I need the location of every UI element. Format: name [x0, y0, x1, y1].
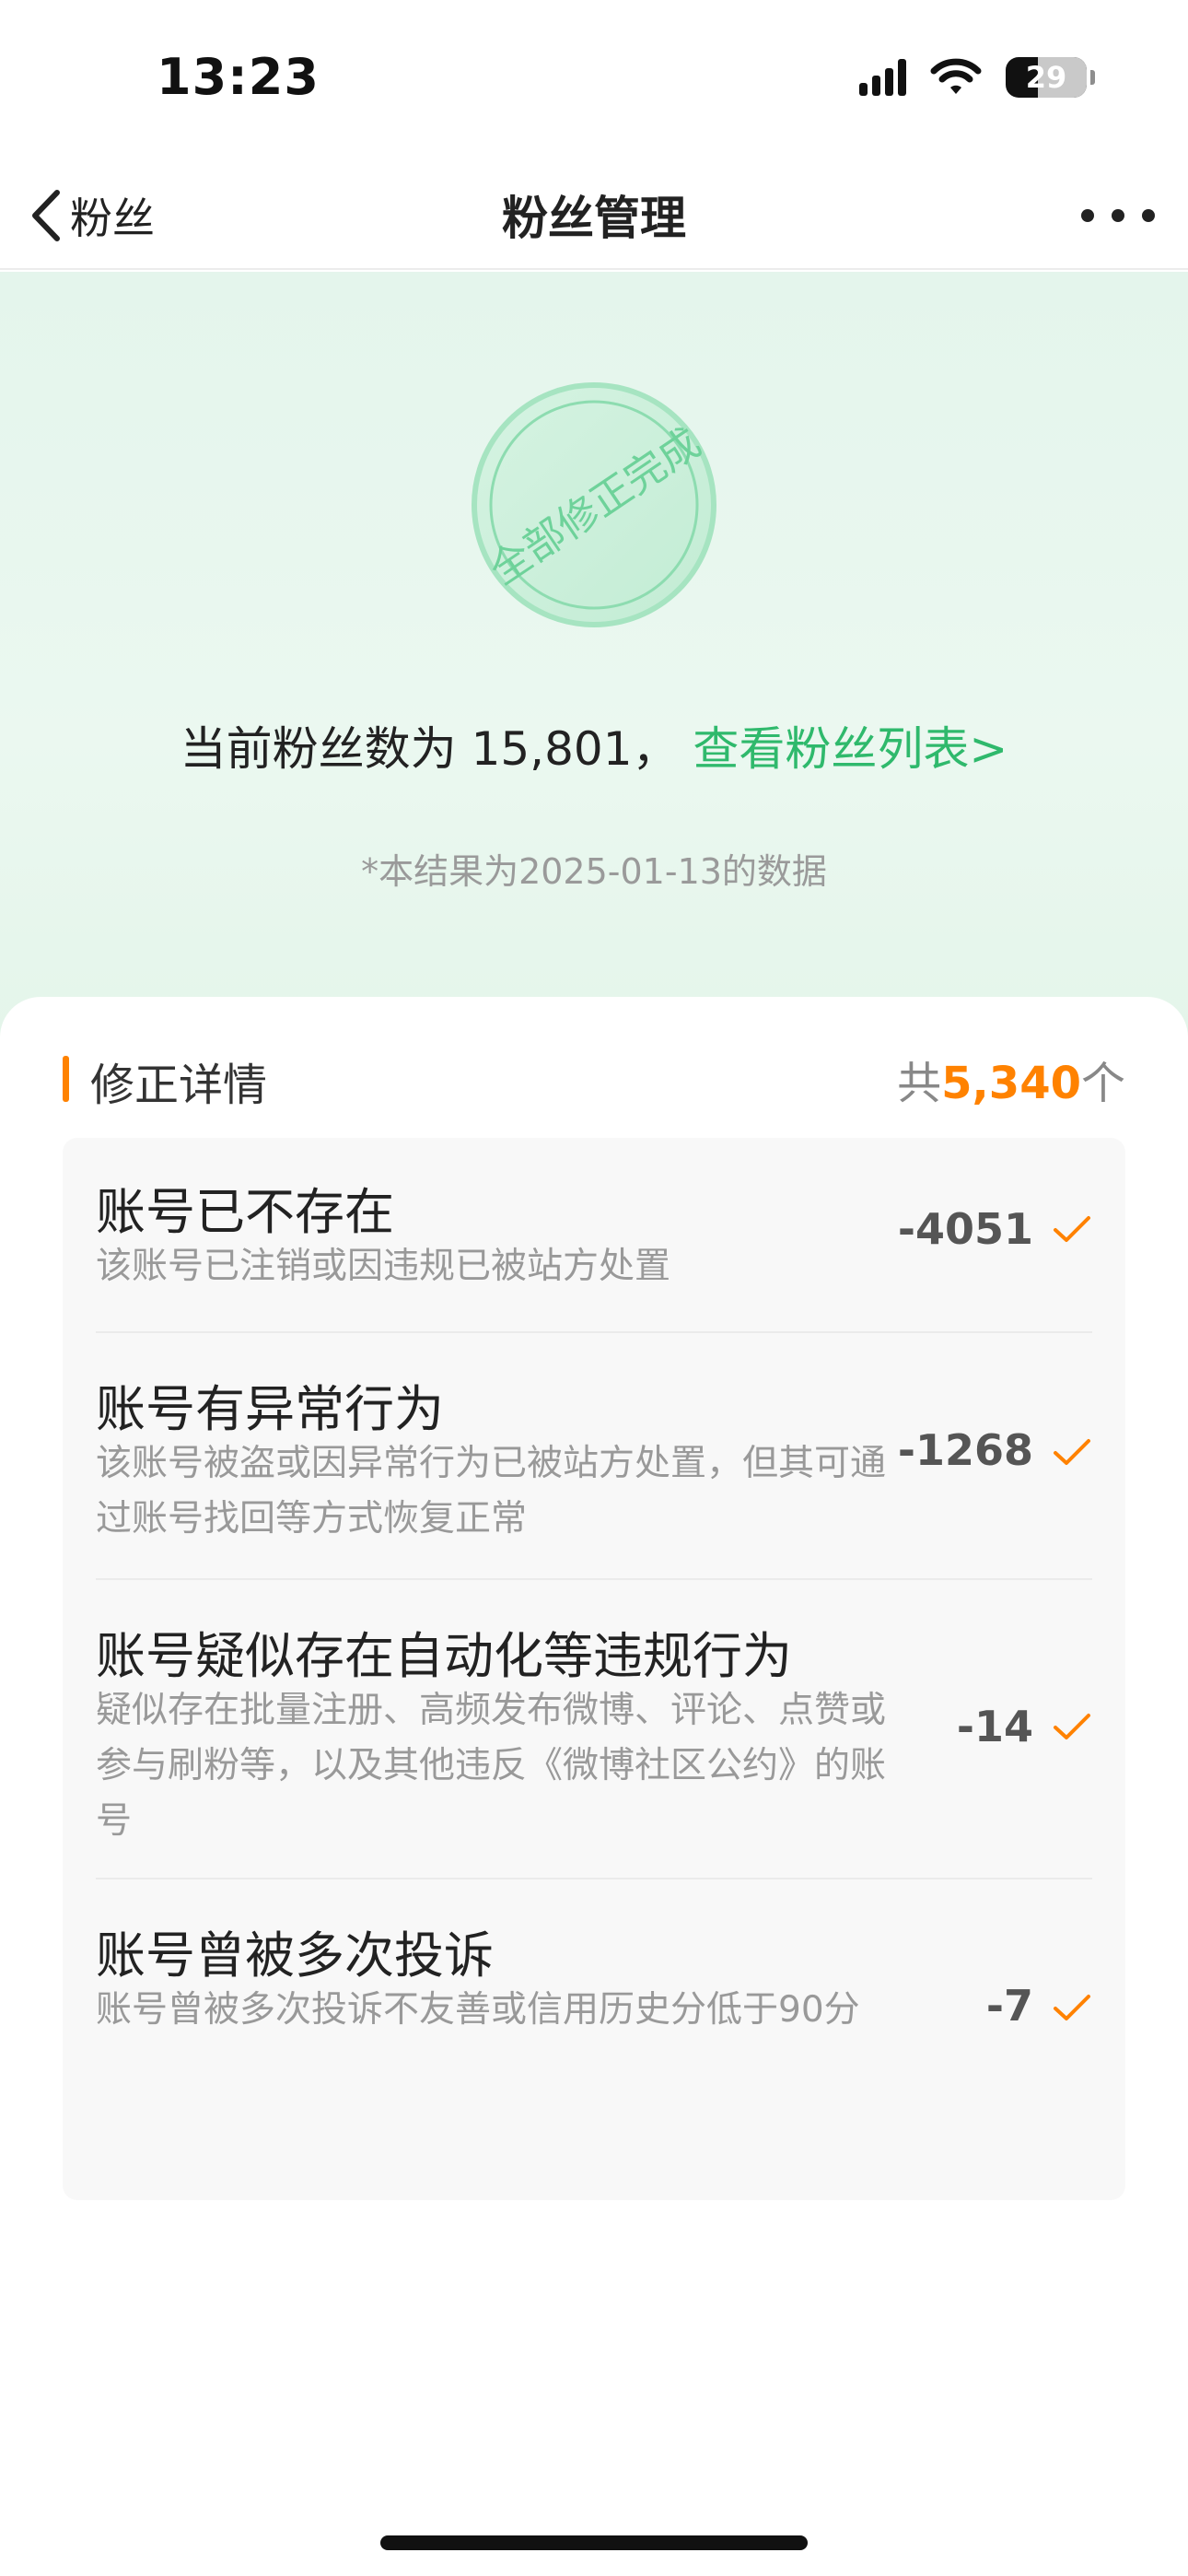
status-icons: 29	[859, 57, 1095, 98]
more-dots-icon[interactable]	[1081, 187, 1155, 244]
total-suffix: 个	[1080, 1058, 1125, 1109]
check-icon	[1054, 1995, 1090, 2020]
view-followers-link[interactable]: 查看粉丝列表>	[693, 722, 1007, 776]
home-indicator[interactable]	[380, 2535, 808, 2550]
correction-list: 账号已不存在 该账号已注销或因违规已被站方处置 -4051 账号有异常行为 该账…	[63, 1138, 1125, 2200]
wifi-icon	[930, 58, 982, 94]
battery-level: 29	[1025, 60, 1067, 95]
item-description: 该账号被盗或因异常行为已被站方处置，但其可通过账号找回等方式恢复正常	[96, 1443, 887, 1540]
nav-bar: 粉丝 粉丝管理	[0, 161, 1188, 270]
check-icon	[1054, 1216, 1090, 1242]
follower-count-line: 当前粉丝数为 15,801， 查看粉丝列表>	[0, 712, 1188, 779]
item-title: 账号已不存在	[96, 1183, 394, 1241]
list-item: 账号疑似存在自动化等违规行为 疑似存在批量注册、高频发布微博、评论、点赞或参与刷…	[96, 1578, 1092, 1878]
list-item: 账号曾被多次投诉 账号曾被多次投诉不友善或信用历史分低于90分 -7	[96, 1878, 1092, 2131]
follower-count: 15,801	[471, 722, 633, 776]
section-header: 修正详情 共5,340个	[63, 1047, 1125, 1111]
item-title: 账号疑似存在自动化等违规行为	[96, 1627, 792, 1685]
total-count: 共5,340个	[897, 1047, 1125, 1111]
status-bar: 13:23 29	[0, 0, 1188, 161]
total-prefix: 共	[897, 1058, 942, 1109]
item-description: 疑似存在批量注册、高频发布微博、评论、点赞或参与刷粉等，以及其他违反《微博社区公…	[96, 1690, 887, 1842]
page: 13:23 29 粉丝 粉丝管理 全部修正完成 当前粉丝数为 15,801， 查…	[0, 0, 1188, 2576]
item-value: -7	[985, 1981, 1033, 2031]
check-icon	[1054, 1714, 1090, 1739]
count-separator: ，	[632, 722, 679, 776]
details-card: 修正详情 共5,340个 账号已不存在 该账号已注销或因违规已被站方处置 -40…	[0, 997, 1188, 2576]
signal-icon	[859, 59, 906, 96]
item-title: 账号有异常行为	[96, 1380, 444, 1438]
status-time: 13:23	[157, 48, 320, 106]
item-title: 账号曾被多次投诉	[96, 1926, 494, 1985]
item-description: 账号曾被多次投诉不友善或信用历史分低于90分	[96, 1989, 860, 2031]
data-date-note: *本结果为2025-01-13的数据	[361, 851, 827, 892]
check-icon	[1054, 1439, 1090, 1465]
total-value: 5,340	[941, 1058, 1081, 1109]
section-title: 修正详情	[90, 1060, 268, 1111]
stamp-seal: 全部修正完成	[472, 382, 716, 627]
item-value: -1268	[897, 1425, 1033, 1475]
item-value: -14	[956, 1702, 1033, 1751]
list-item: 账号已不存在 该账号已注销或因违规已被站方处置 -4051	[96, 1138, 1092, 1331]
list-item: 账号有异常行为 该账号被盗或因异常行为已被站方处置，但其可通过账号找回等方式恢复…	[96, 1331, 1092, 1578]
section-accent-bar	[63, 1056, 69, 1102]
count-prefix: 当前粉丝数为	[180, 722, 457, 776]
item-value: -4051	[897, 1204, 1033, 1254]
item-description: 该账号已注销或因违规已被站方处置	[96, 1246, 671, 1287]
battery-icon: 29	[1006, 57, 1095, 98]
page-title: 粉丝管理	[502, 192, 686, 245]
hero-section: 全部修正完成 当前粉丝数为 15,801， 查看粉丝列表> *本结果为2025-…	[0, 272, 1188, 1046]
